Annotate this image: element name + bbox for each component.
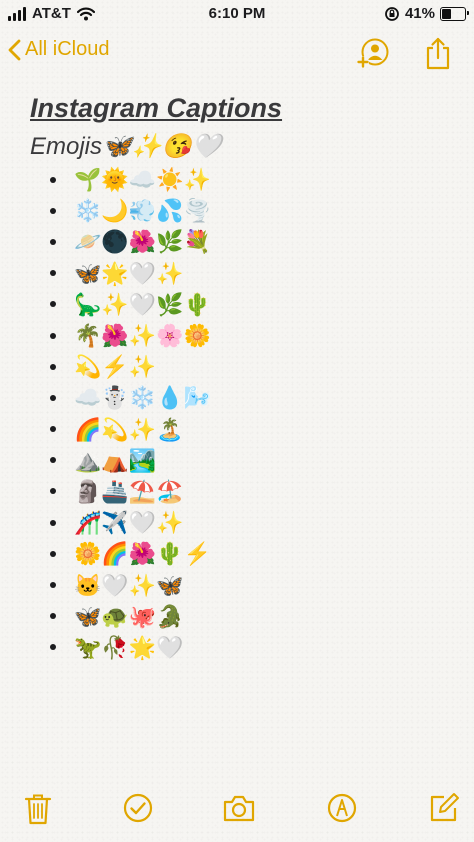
share-icon[interactable]	[424, 36, 452, 72]
emoji-line: 🗿🚢⛱️🏖️	[74, 478, 184, 504]
bullet	[50, 301, 56, 308]
chevron-left-icon	[8, 39, 21, 60]
emoji-line: 🦋🌟🤍✨	[74, 260, 184, 286]
bullet	[50, 363, 56, 370]
emoji-line: 💫⚡✨	[74, 354, 157, 380]
bullet	[50, 332, 56, 339]
markup-icon[interactable]	[326, 792, 358, 824]
bullet	[50, 613, 56, 620]
list-item: 🦋🌟🤍✨	[50, 258, 211, 289]
add-person-icon[interactable]	[354, 36, 390, 72]
compose-icon[interactable]	[428, 792, 460, 824]
emoji-line: 🌈💫✨🏝️	[74, 416, 184, 442]
list-item: 🌈💫✨🏝️	[50, 414, 211, 445]
list-item: 🌱🌞☁️☀️✨	[50, 164, 211, 195]
bullet	[50, 176, 56, 183]
back-label: All iCloud	[25, 38, 110, 60]
back-button[interactable]: All iCloud	[8, 38, 109, 61]
list-item: 🐱🤍✨🦋	[50, 569, 211, 600]
bullet	[50, 582, 56, 589]
subtitle-emojis: 🦋✨😘🤍	[102, 133, 222, 160]
emoji-line: ☁️☃️❄️💧🌬️	[74, 385, 211, 411]
battery-percent: 41%	[404, 5, 435, 22]
emoji-line: ❄️🌙💨💦🌪️	[74, 198, 211, 224]
bottom-toolbar	[0, 782, 474, 842]
battery-level	[442, 8, 452, 19]
list-item: 🦋🐢🐙🐊	[50, 601, 211, 632]
emoji-line: 🎢✈️🤍✨	[74, 510, 184, 536]
list-item: ☁️☃️❄️💧🌬️	[50, 382, 211, 413]
bullet	[50, 488, 56, 495]
subtitle-text: Emojis	[30, 133, 103, 160]
list-item: 🌼🌈🌺🌵⚡	[50, 538, 211, 569]
list-item: ⛰️⛺🏞️	[50, 445, 211, 476]
emoji-line: 🦕✨🤍🌿🌵	[74, 291, 211, 317]
bullet	[50, 270, 56, 277]
list-item: 🦕✨🤍🌿🌵	[50, 289, 211, 320]
bullet	[50, 550, 56, 557]
emoji-line: 🌴🌺✨🌸🌼	[74, 323, 211, 349]
status-right: 41%	[384, 5, 469, 22]
note-body[interactable]: Instagram Captions Emojis 🦋✨😘🤍	[30, 88, 454, 166]
bullet	[50, 644, 56, 651]
bullet	[50, 238, 56, 245]
bullet	[50, 519, 56, 526]
list-item: 🌴🌺✨🌸🌼	[50, 320, 211, 351]
checklist-icon[interactable]	[122, 792, 154, 824]
emoji-line: 🦖🥀🌟🤍	[74, 634, 184, 660]
bullet	[50, 457, 56, 464]
camera-icon[interactable]	[222, 792, 256, 824]
nav-bar: All iCloud	[0, 30, 474, 76]
emoji-line: 🦋🐢🐙🐊	[74, 603, 184, 629]
bullet	[50, 394, 56, 401]
emoji-bullet-list: 🌱🌞☁️☀️✨ ❄️🌙💨💦🌪️ 🪐🌑🌺🌿💐 🦋🌟🤍✨ 🦕✨🤍🌿🌵 🌴🌺✨🌸🌼 💫…	[50, 164, 211, 663]
note-title: Instagram Captions	[30, 93, 283, 123]
emoji-line: 🌼🌈🌺🌵⚡	[74, 541, 211, 567]
list-item: 🎢✈️🤍✨	[50, 507, 211, 538]
emoji-line: 🪐🌑🌺🌿💐	[74, 229, 211, 255]
list-item: 💫⚡✨	[50, 351, 211, 382]
emoji-line: 🐱🤍✨🦋	[74, 572, 184, 598]
status-bar: AT&T 6:10 PM 41%	[0, 0, 474, 28]
emoji-line: ⛰️⛺🏞️	[74, 447, 157, 473]
list-item: ❄️🌙💨💦🌪️	[50, 195, 211, 226]
rotation-lock-icon	[385, 6, 399, 21]
bullet	[50, 207, 56, 214]
bullet	[50, 426, 56, 433]
list-item: 🦖🥀🌟🤍	[50, 632, 211, 663]
emoji-line: 🌱🌞☁️☀️✨	[74, 167, 211, 193]
battery-icon	[440, 6, 469, 21]
trash-icon[interactable]	[24, 792, 52, 826]
note-subtitle: Emojis 🦋✨😘🤍	[30, 128, 454, 166]
list-item: 🪐🌑🌺🌿💐	[50, 226, 211, 257]
list-item: 🗿🚢⛱️🏖️	[50, 476, 211, 507]
